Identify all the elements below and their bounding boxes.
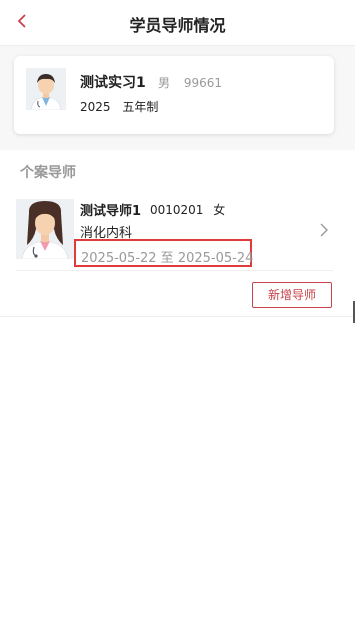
mentor-date-range-highlight: 2025-05-22 至 2025-05-24 bbox=[74, 239, 254, 267]
mentor-section: 测试导师1 0010201 女 消化内科 2025-05-22 至 2025-0… bbox=[0, 188, 355, 317]
chevron-right-icon[interactable] bbox=[319, 222, 329, 238]
page-header: 学员导师情况 bbox=[0, 0, 355, 46]
student-name: 测试实习1 bbox=[80, 75, 146, 91]
male-doctor-avatar-icon bbox=[26, 68, 66, 110]
section-title: 个案导师 bbox=[20, 165, 76, 181]
student-gender: 男 bbox=[158, 76, 171, 90]
female-doctor-avatar-icon bbox=[16, 199, 74, 259]
student-program-line: 2025 五年制 bbox=[80, 98, 166, 115]
student-year: 2025 bbox=[80, 100, 111, 114]
page-title: 学员导师情况 bbox=[129, 16, 226, 35]
divider bbox=[16, 270, 333, 271]
mentor-meta: 0010201 女 bbox=[150, 201, 231, 218]
student-avatar bbox=[26, 68, 66, 110]
mentor-name: 测试导师1 bbox=[80, 204, 142, 219]
mentor-id: 0010201 bbox=[150, 203, 204, 217]
student-card: 测试实习1 男 99661 2025 五年制 bbox=[14, 56, 334, 134]
student-meta: 男 99661 bbox=[158, 74, 232, 91]
mentor-date-range: 2025-05-22 至 2025-05-24 bbox=[81, 251, 254, 266]
add-mentor-button[interactable]: 新增导师 bbox=[252, 282, 332, 308]
mentor-avatar bbox=[16, 199, 74, 259]
mentor-gender: 女 bbox=[213, 203, 226, 217]
student-section: 测试实习1 男 99661 2025 五年制 bbox=[0, 46, 355, 150]
student-program: 五年制 bbox=[122, 100, 159, 114]
student-id: 99661 bbox=[183, 76, 223, 90]
